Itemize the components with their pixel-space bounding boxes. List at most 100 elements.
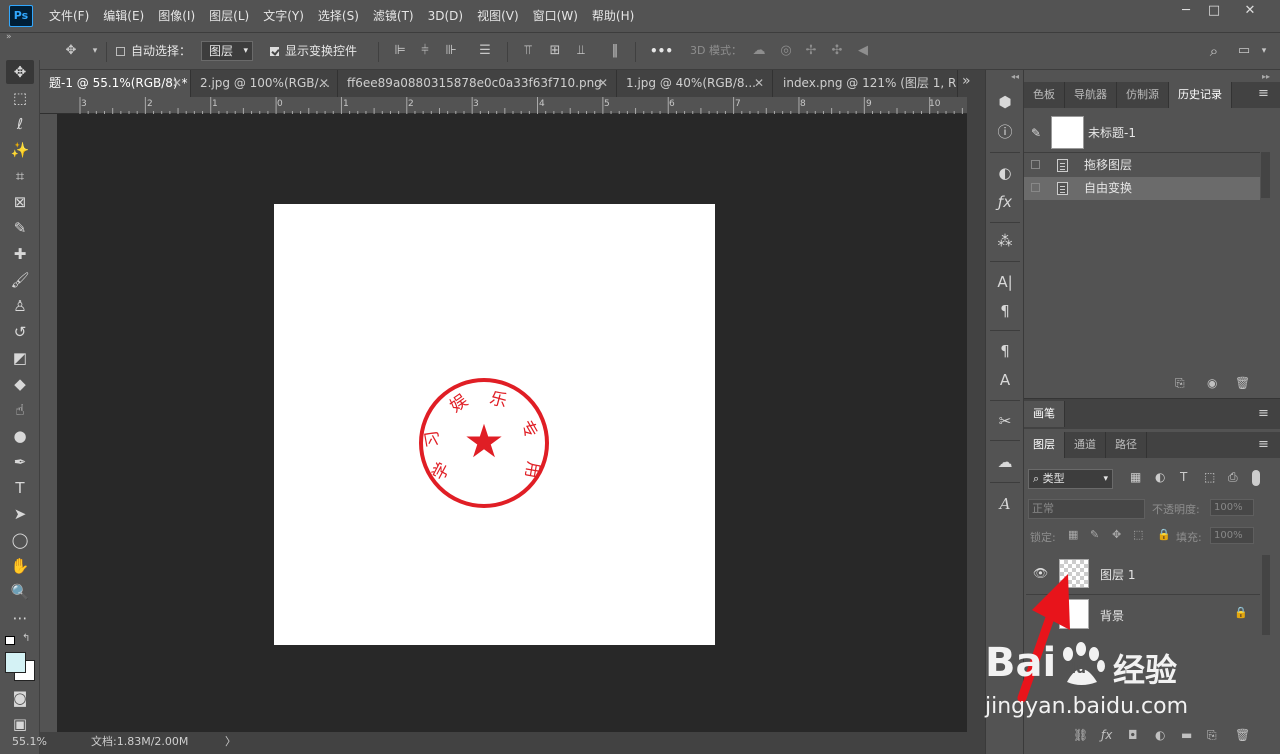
layers-scrollbar[interactable] [1262,555,1270,635]
tabs-overflow-icon[interactable]: » [962,73,971,89]
more-tools-icon[interactable]: ⋯ [6,606,34,630]
menu-view[interactable]: 视图(V) [470,0,526,32]
frame-tool-icon[interactable]: ⊠ [6,190,34,214]
align-vcenter-icon[interactable]: ⊞ [548,44,562,58]
history-item[interactable]: 拖移图层 [1024,154,1260,177]
tool-presets-icon[interactable]: ✂ [992,410,1018,432]
auto-select-checkbox[interactable]: 自动选择： [116,33,191,69]
chevron-down-icon[interactable]: ▾ [88,44,102,58]
close-icon[interactable]: ✕ [319,70,329,97]
tab-paths[interactable]: 路径 [1106,432,1147,458]
status-menu-arrow[interactable]: 〉 [225,732,236,752]
collapse-icon[interactable]: ▸▸ [1262,72,1270,81]
menu-3d[interactable]: 3D(D) [421,0,470,32]
filter-type-icon[interactable]: T [1180,470,1187,484]
marquee-tool-icon[interactable]: ⬚ [6,86,34,110]
tab-brush[interactable]: 画笔 [1024,401,1065,427]
trash-icon[interactable]: 🗑 [1235,728,1250,742]
tab-index-png[interactable]: index.png @ 121% (图层 1, R [773,70,958,97]
hand-tool-icon[interactable]: ✋ [6,554,34,578]
chevron-down-icon[interactable]: ▾ [1257,44,1271,58]
menu-filter[interactable]: 滤镜(T) [366,0,421,32]
align-bottom-icon[interactable]: ⫫ [574,44,588,58]
close-icon[interactable]: ✕ [172,70,182,97]
new-group-icon[interactable]: ▬ [1181,728,1192,742]
history-item-selected[interactable]: 自由变换 [1024,177,1260,200]
tab-2jpg[interactable]: 2.jpg @ 100%(RGB/... ✕ [191,70,338,97]
add-mask-icon[interactable]: ◘ [1128,728,1138,742]
paragraph-styles-icon[interactable]: ¶ [992,340,1018,362]
lock-artboard-icon[interactable]: ⬚ [1133,528,1143,541]
lock-all-icon[interactable]: 🔒 [1157,528,1171,541]
menu-file[interactable]: 文件(F) [42,0,96,32]
menu-image[interactable]: 图像(I) [151,0,202,32]
quick-mask-icon[interactable]: ◙ [6,686,34,710]
menu-layer[interactable]: 图层(L) [202,0,256,32]
paragraph-panel-icon[interactable]: ¶ [992,300,1018,322]
adjustment-layer-icon[interactable]: ◐ [1155,728,1165,742]
new-document-icon[interactable]: ⎘ [1175,376,1185,391]
zoom-level[interactable]: 55.1% [12,732,47,752]
search-icon[interactable]: ⌕ [1207,44,1221,59]
adjustments-panel-icon[interactable]: ◐ [992,162,1018,184]
filter-toggle[interactable] [1252,470,1260,486]
eraser-tool-icon[interactable]: ◩ [6,346,34,370]
align-left-icon[interactable]: ⊫ [393,44,407,58]
libraries-icon[interactable]: ☁ [992,451,1018,473]
maximize-button[interactable]: □ [1197,0,1231,22]
opacity-input[interactable]: 100% [1210,499,1254,516]
dodge-tool-icon[interactable]: ● [6,424,34,448]
tab-swatches[interactable]: 色板 [1024,82,1065,108]
tab-ff6ee-png[interactable]: ff6ee89a0880315878e0c0a33f63f710.png ✕ [338,70,617,97]
3d-panel-icon[interactable]: ⬢ [992,91,1018,113]
lock-position-icon[interactable]: ✥ [1112,528,1121,541]
move-tool-icon[interactable]: ✥ [6,60,34,84]
camera-icon[interactable]: ◉ [1207,376,1217,390]
show-transform-checkbox[interactable]: 显示变换控件 [270,33,357,69]
filter-pixel-icon[interactable]: ▦ [1130,470,1141,484]
close-icon[interactable]: ✕ [754,70,764,97]
distribute-vertical-icon[interactable]: ‖ [608,44,622,58]
auto-select-dropdown[interactable]: 图层 ▾ [201,41,253,61]
clone-stamp-tool-icon[interactable]: ♙ [6,294,34,318]
collapse-icon[interactable]: ◂◂ [1011,72,1019,81]
close-icon[interactable]: ✕ [598,70,608,97]
tab-navigator[interactable]: 导航器 [1065,82,1117,108]
filter-shape-icon[interactable]: ⬚ [1204,470,1215,484]
brush-tool-icon[interactable]: 🖌 [6,268,34,292]
eyedropper-tool-icon[interactable]: ✎ [6,216,34,240]
history-brush-tool-icon[interactable]: ↺ [6,320,34,344]
crop-tool-icon[interactable]: ⌗ [6,164,34,188]
ellipse-tool-icon[interactable]: ◯ [6,528,34,552]
menu-select[interactable]: 选择(S) [311,0,366,32]
panel-menu-icon[interactable]: ≡ [1258,437,1269,452]
swap-colors-icon[interactable]: ↰ [22,633,30,644]
align-top-icon[interactable]: ⫪ [521,44,535,58]
layer-filter-dropdown[interactable]: ⌕ 类型 ▾ [1028,469,1113,489]
history-brush-source-icon[interactable]: ✎ [1031,126,1041,140]
align-hcenter-icon[interactable]: ⫩ [418,44,432,58]
workspace-icon[interactable]: ▭ [1237,44,1251,58]
fill-input[interactable]: 100% [1210,527,1254,544]
glyphs-icon[interactable]: A [992,493,1018,515]
filter-adjustment-icon[interactable]: ◐ [1155,470,1165,484]
foreground-color-swatch[interactable] [5,652,26,673]
tab-clone-source[interactable]: 仿制源 [1117,82,1169,108]
tab-layers[interactable]: 图层 [1024,432,1065,458]
vertical-scrollbar[interactable] [967,97,985,732]
document-canvas[interactable]: ★ 学 习 娱 乐 专 用 [274,204,715,645]
tab-history[interactable]: 历史记录 [1169,82,1232,108]
menu-help[interactable]: 帮助(H) [585,0,641,32]
tab-channels[interactable]: 通道 [1065,432,1106,458]
menu-window[interactable]: 窗口(W) [526,0,585,32]
trash-icon[interactable]: 🗑 [1235,376,1250,390]
smudge-tool-icon[interactable]: ☝ [6,398,34,422]
snapshot-thumbnail[interactable] [1051,116,1084,149]
panel-menu-icon[interactable]: ≡ [1258,406,1269,421]
move-tool-icon[interactable]: ✥ [64,44,78,58]
history-scrollbar[interactable] [1261,152,1270,198]
filter-smart-object-icon[interactable]: ⎙ [1228,470,1238,485]
snapshot-name[interactable]: 未标题-1 [1088,124,1136,141]
lock-transparency-icon[interactable]: ▦ [1068,528,1078,541]
collapse-icon[interactable]: » [6,32,12,42]
